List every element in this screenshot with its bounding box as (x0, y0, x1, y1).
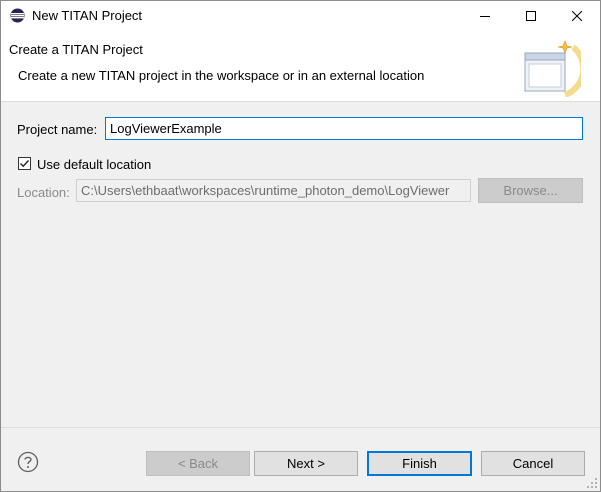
use-default-location-checkbox[interactable] (18, 157, 31, 170)
help-icon[interactable] (17, 451, 39, 473)
close-button[interactable] (554, 1, 600, 30)
project-name-label: Project name: (17, 122, 98, 137)
use-default-location-label[interactable]: Use default location (37, 157, 151, 172)
project-name-input[interactable] (105, 117, 583, 140)
new-project-wizard-icon (521, 39, 587, 98)
wizard-page-title: Create a TITAN Project (9, 42, 143, 57)
eclipse-icon[interactable] (10, 8, 25, 23)
finish-button[interactable]: Finish (367, 451, 472, 476)
maximize-button[interactable] (508, 1, 554, 30)
checkmark-icon (20, 160, 30, 168)
location-label: Location: (17, 185, 70, 200)
new-titan-project-dialog: New TITAN Project Create a TITAN Project… (0, 0, 601, 492)
browse-button: Browse... (478, 178, 583, 203)
close-icon (572, 10, 582, 21)
maximize-icon (526, 10, 536, 21)
title-bar[interactable]: New TITAN Project (1, 1, 600, 30)
wizard-banner: Create a TITAN Project Create a new TITA… (1, 30, 600, 102)
minimize-button[interactable] (462, 1, 508, 30)
window-title: New TITAN Project (32, 8, 143, 23)
cancel-button[interactable]: Cancel (481, 451, 585, 476)
location-input: C:\Users\ethbaat\workspaces\runtime_phot… (76, 179, 471, 202)
back-button: < Back (146, 451, 250, 476)
wizard-page-description: Create a new TITAN project in the worksp… (18, 68, 425, 83)
next-button[interactable]: Next > (254, 451, 358, 476)
minimize-icon (480, 15, 490, 17)
wizard-content: Project name: Use default location Locat… (1, 102, 600, 427)
resize-grip-icon[interactable] (586, 477, 598, 489)
footer-separator (1, 427, 600, 428)
